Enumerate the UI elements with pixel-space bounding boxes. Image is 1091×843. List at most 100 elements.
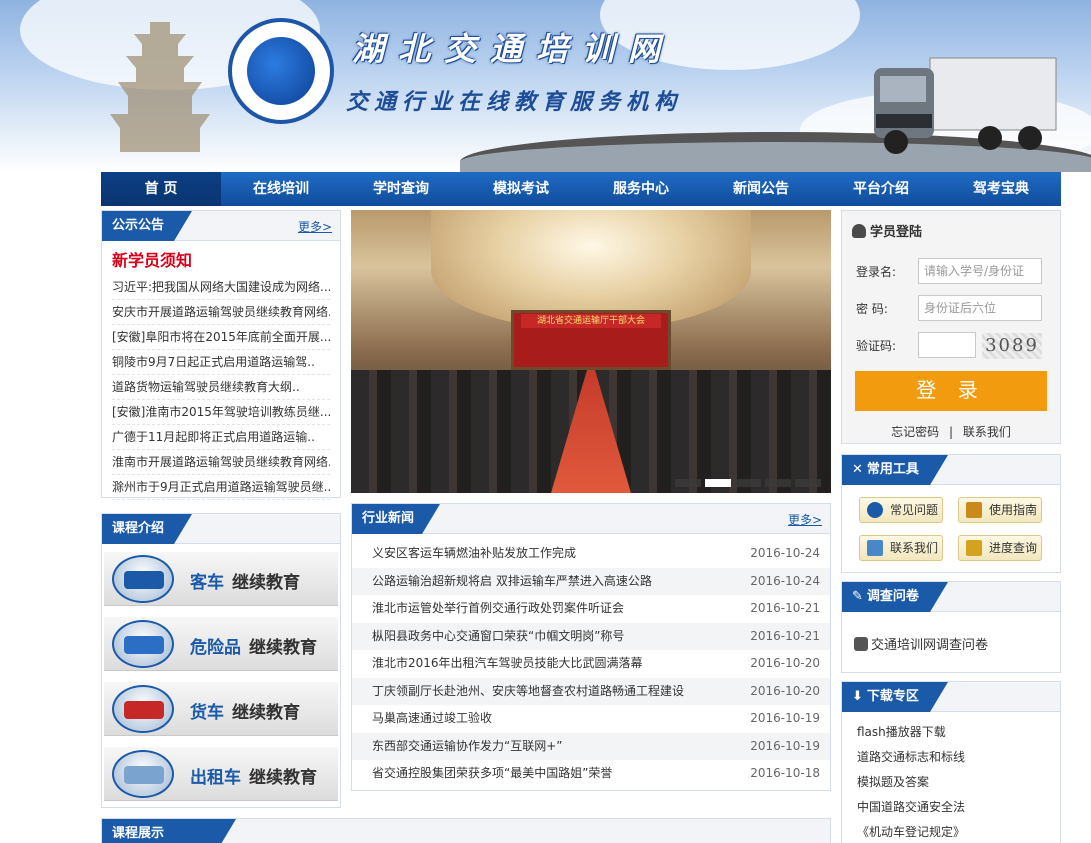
- username-label: 登录名:: [856, 265, 897, 279]
- yellow-crane-tower-image: [110, 22, 210, 152]
- news-date: 2016-10-21: [750, 628, 820, 643]
- news-row[interactable]: 省交通控股集团荣获多项“最美中国路姐”荣誉 2016-10-18: [352, 760, 830, 788]
- list-item[interactable]: 道路货物运输驾驶员继续教育大纲..: [112, 375, 330, 400]
- user-icon: [852, 224, 866, 238]
- download-item[interactable]: 《机动车登记规定》: [842, 820, 1060, 843]
- download-panel: ⬇ 下载专区 flash播放器下载 道路交通标志和标线 模拟题及答案 中国道路交通…: [841, 681, 1061, 843]
- nav-item-news[interactable]: 新闻公告: [701, 172, 821, 206]
- login-heading: 学员登陆: [852, 221, 922, 240]
- course-taxi[interactable]: 出租车 继续教育: [104, 747, 338, 801]
- download-item[interactable]: 模拟题及答案: [842, 770, 1060, 795]
- list-item[interactable]: 习近平:把我国从网络大国建设成为网络...: [112, 275, 330, 300]
- news-date: 2016-10-19: [750, 711, 820, 725]
- nav-item-driving-guide[interactable]: 驾考宝典: [941, 172, 1061, 206]
- tools-title: ✕ 常用工具: [842, 455, 948, 485]
- list-item[interactable]: 安庆市开展道路运输驾驶员继续教育网络...: [112, 300, 330, 325]
- slider-dot-active[interactable]: [705, 479, 731, 487]
- list-item[interactable]: [安徽]阜阳市将在2015年底前全面开展...: [112, 325, 330, 350]
- news-title-text[interactable]: 淮北市运管处举行首例交通行政处罚案件听证会: [372, 595, 624, 623]
- course-bus[interactable]: 客车 继续教育: [104, 552, 338, 606]
- nav-item-service-center[interactable]: 服务中心: [581, 172, 701, 206]
- news-row[interactable]: 马巢高速通过竣工验收 2016-10-19: [352, 705, 830, 733]
- truck-icon: [112, 685, 174, 733]
- news-title-text[interactable]: 淮北市2016年出租汽车驾驶员技能大比武圆满落幕: [372, 650, 643, 678]
- download-item[interactable]: 中国道路交通安全法: [842, 795, 1060, 820]
- password-label: 密 码:: [856, 302, 888, 316]
- signpost-icon: [966, 502, 982, 518]
- nav-item-online-training[interactable]: 在线培训: [221, 172, 341, 206]
- news-row[interactable]: 公路运输治超新规将启 双排运输车严禁进入高速公路 2016-10-24: [352, 567, 830, 596]
- news-more-link[interactable]: 更多>: [788, 511, 822, 528]
- phone-icon: [867, 540, 883, 556]
- news-row[interactable]: 东西部交通运输协作发力“互联网+” 2016-10-19: [352, 732, 830, 761]
- forgot-password-link[interactable]: 忘记密码: [891, 425, 939, 439]
- news-date: 2016-10-24: [750, 546, 820, 560]
- site-logo[interactable]: [228, 18, 334, 124]
- site-title: 湖北交通培训网: [352, 30, 675, 68]
- list-item[interactable]: [安徽]淮南市2015年驾驶培训教练员继...: [112, 400, 330, 425]
- tools-panel: ✕ 常用工具 常见问题 使用指南 联系我们 进度查询: [841, 454, 1061, 573]
- captcha-image[interactable]: 3089: [982, 333, 1042, 359]
- list-item[interactable]: 铜陵市9月7日起正式启用道路运输驾..: [112, 350, 330, 375]
- nav-item-mock-exam[interactable]: 模拟考试: [461, 172, 581, 206]
- download-item[interactable]: 道路交通标志和标线: [842, 745, 1060, 770]
- notice-headline[interactable]: 新学员须知: [112, 247, 330, 271]
- course-intro-panel: 课程介绍 客车 继续教育 危险品 继续教育 货车 继续教育 出租车 继续教育: [101, 513, 341, 808]
- news-row[interactable]: 义安区客运车辆燃油补贴发放工作完成 2016-10-24: [352, 540, 830, 568]
- nav-item-hours-query[interactable]: 学时查询: [341, 172, 461, 206]
- tools-header: ✕ 常用工具: [842, 455, 1060, 485]
- news-title-text[interactable]: 丁庆领副厅长赴池州、安庆等地督查农村道路畅通工程建设: [372, 678, 684, 706]
- bus-icon: [112, 555, 174, 603]
- list-item[interactable]: 滁州市于9月正式启用道路运输驾驶员继...: [112, 475, 330, 500]
- news-title-text[interactable]: 义安区客运车辆燃油补贴发放工作完成: [372, 540, 576, 568]
- news-title-text[interactable]: 马巢高速通过竣工验收: [372, 705, 492, 733]
- download-icon: ⬇: [852, 689, 863, 704]
- news-row[interactable]: 丁庆领副厅长赴池州、安庆等地督查农村道路畅通工程建设 2016-10-20: [352, 677, 830, 706]
- notice-title: 公示公告: [102, 211, 192, 241]
- login-button[interactable]: 登 录: [855, 371, 1047, 411]
- download-item[interactable]: flash播放器下载: [842, 720, 1060, 745]
- contact-button[interactable]: 联系我们: [859, 535, 943, 561]
- slider-dot[interactable]: [675, 479, 701, 487]
- truck-image: [874, 57, 1057, 154]
- news-title-text[interactable]: 枞阳县政务中心交通窗口荣获“巾帼文明岗”称号: [372, 623, 624, 651]
- course-truck[interactable]: 货车 继续教育: [104, 682, 338, 736]
- slider-dots: [675, 479, 821, 487]
- course-label: 危险品 继续教育: [190, 638, 317, 658]
- site-header: 湖北交通培训网 交通行业在线教育服务机构: [0, 0, 1091, 172]
- course-show-header: 课程展示: [102, 819, 830, 843]
- list-item[interactable]: 广德于11月起即将正式启用道路运输..: [112, 425, 330, 450]
- news-date: 2016-10-24: [750, 573, 820, 588]
- news-row[interactable]: 淮北市2016年出租汽车驾驶员技能大比武圆满落幕 2016-10-20: [352, 650, 830, 678]
- login-panel: 学员登陆 登录名: 请输入学号/身份证 密 码: 身份证后六位 验证码: 308…: [841, 210, 1061, 444]
- news-row[interactable]: 枞阳县政务中心交通窗口荣获“巾帼文明岗”称号 2016-10-21: [352, 622, 830, 651]
- slider-dot[interactable]: [765, 479, 791, 487]
- contact-us-link[interactable]: 联系我们: [963, 425, 1011, 439]
- news-date: 2016-10-20: [750, 683, 820, 698]
- list-item[interactable]: 淮南市开展道路运输驾驶员继续教育网络...: [112, 450, 330, 475]
- nav-item-home[interactable]: 首 页: [101, 172, 221, 206]
- slider-dot[interactable]: [735, 479, 761, 487]
- progress-button[interactable]: 进度查询: [958, 535, 1042, 561]
- main-nav: 首 页 在线培训 学时查询 模拟考试 服务中心 新闻公告 平台介绍 驾考宝典: [101, 172, 1061, 206]
- news-row[interactable]: 淮北市运管处举行首例交通行政处罚案件听证会 2016-10-21: [352, 595, 830, 623]
- image-slider[interactable]: 湖北省交通运输厅干部大会: [351, 210, 831, 493]
- survey-title: ✎ 调查问卷: [842, 582, 948, 612]
- news-title-text[interactable]: 公路运输治超新规将启 双排运输车严禁进入高速公路: [372, 568, 652, 596]
- slider-dot[interactable]: [795, 479, 821, 487]
- captcha-input[interactable]: [918, 332, 976, 358]
- faq-button[interactable]: 常见问题: [859, 497, 943, 523]
- password-input[interactable]: 身份证后六位: [918, 295, 1042, 321]
- guide-button[interactable]: 使用指南: [958, 497, 1042, 523]
- notice-more-link[interactable]: 更多>: [298, 218, 332, 235]
- survey-link[interactable]: 交通培训网调查问卷: [854, 634, 988, 653]
- news-title-text[interactable]: 东西部交通运输协作发力“互联网+”: [372, 733, 563, 761]
- notice-list: 新学员须知 习近平:把我国从网络大国建设成为网络... 安庆市开展道路运输驾驶员…: [102, 241, 340, 504]
- nav-item-platform-intro[interactable]: 平台介绍: [821, 172, 941, 206]
- username-input[interactable]: 请输入学号/身份证: [918, 258, 1042, 284]
- news-title-text[interactable]: 省交通控股集团荣获多项“最美中国路姐”荣誉: [372, 760, 612, 788]
- course-label: 出租车 继续教育: [190, 768, 317, 788]
- industry-news-panel: 行业新闻 更多> 义安区客运车辆燃油补贴发放工作完成 2016-10-24 公路运…: [351, 503, 831, 791]
- course-hazmat[interactable]: 危险品 继续教育: [104, 617, 338, 671]
- taxi-icon: [112, 750, 174, 798]
